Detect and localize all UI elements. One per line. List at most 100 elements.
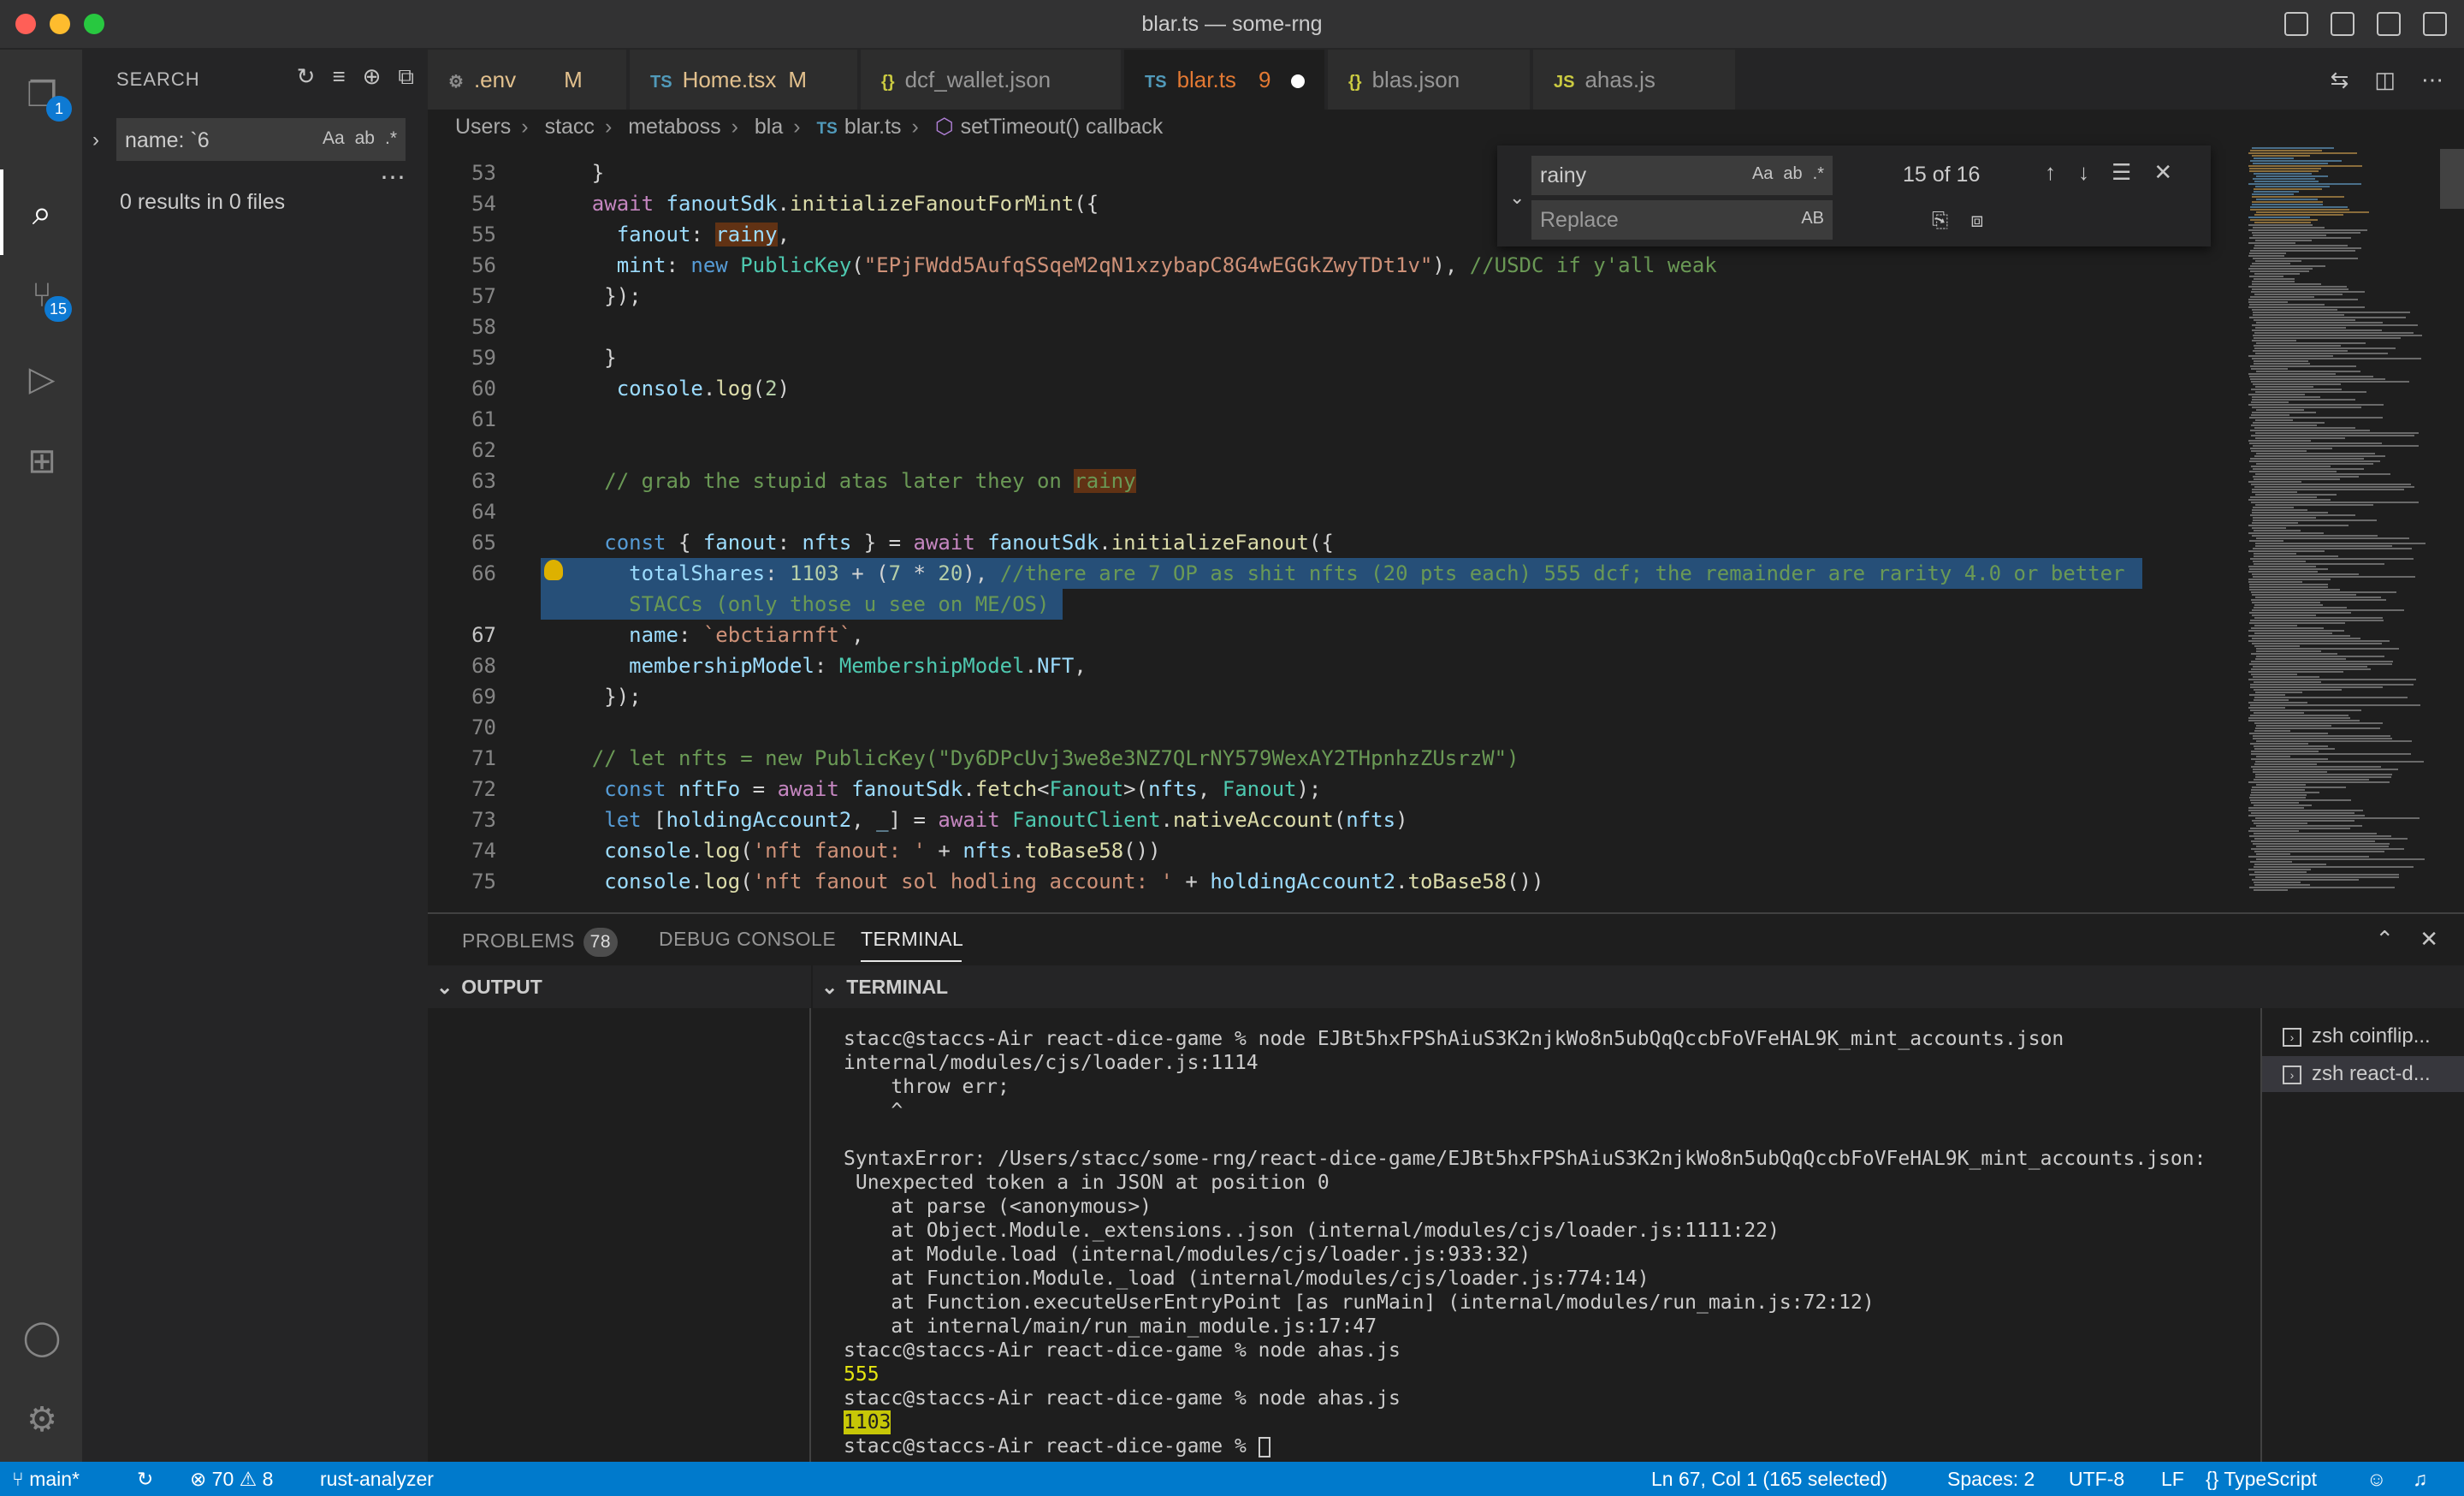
editor-scrollbar[interactable] xyxy=(2447,144,2464,907)
minimap[interactable] xyxy=(2245,144,2447,907)
rust-analyzer-status[interactable]: rust-analyzer xyxy=(320,1462,434,1496)
code-line[interactable]: 61 xyxy=(428,404,2242,435)
preserve-case-toggle[interactable]: AB xyxy=(1801,209,1824,229)
more-actions-icon[interactable]: ⋯ xyxy=(2421,67,2443,93)
eol-setting[interactable]: LF xyxy=(2161,1462,2184,1496)
code-line[interactable]: 60 console.log(2) xyxy=(428,373,2242,404)
run-debug-icon[interactable]: ▷ xyxy=(21,358,63,401)
feedback-icon[interactable]: ☺ xyxy=(2366,1462,2386,1496)
terminal-item-react-dice[interactable]: › zsh react-d... xyxy=(2262,1056,2464,1092)
tab-blas-json[interactable]: {} blas.json xyxy=(1328,50,1531,110)
code-line[interactable]: 68 membershipModel: MembershipModel.NFT, xyxy=(428,650,2242,681)
code-line[interactable]: 70 xyxy=(428,712,2242,743)
replace-all-icon[interactable]: ⧈ xyxy=(1970,209,1983,233)
code-line[interactable]: 57 }); xyxy=(428,281,2242,312)
compare-changes-icon[interactable]: ⇆ xyxy=(2331,67,2349,93)
editor-scroll-thumb[interactable] xyxy=(2440,149,2464,209)
language-mode[interactable]: {} TypeScript xyxy=(2206,1462,2317,1496)
terminal-view[interactable]: stacc@staccs-Air react-dice-game % node … xyxy=(813,1008,2259,1462)
breadcrumb-item[interactable]: Users xyxy=(455,115,511,139)
tab-terminal[interactable]: TERMINAL xyxy=(861,928,963,951)
sync-icon[interactable]: ↻ xyxy=(137,1462,153,1496)
toggle-replace-chevron-icon[interactable]: ⌄ xyxy=(1509,187,1525,209)
code-editor[interactable]: 53 } 54 await fanoutSdk.initializeFanoutF… xyxy=(428,144,2242,907)
next-match-icon[interactable]: ↓ xyxy=(2078,159,2089,186)
code-line[interactable]: 73 let [holdingAccount2, _] = await Fano… xyxy=(428,804,2242,835)
toggle-sidebar-icon[interactable] xyxy=(2284,12,2308,36)
more-options-icon[interactable]: ⋯ xyxy=(380,163,406,193)
maximize-panel-icon[interactable]: ⌃ xyxy=(2375,926,2394,953)
tab-dcf-wallet-json[interactable]: {} dcf_wallet.json xyxy=(861,50,1122,110)
branch-indicator[interactable]: ⑂ main* xyxy=(12,1462,80,1496)
match-case-toggle[interactable]: Aa xyxy=(323,128,345,149)
code-line[interactable]: 72 const nftFo = await fanoutSdk.fetch<F… xyxy=(428,774,2242,804)
find-input[interactable]: rainy Aa ab .* xyxy=(1531,156,1833,195)
code-line[interactable]: 67 name: `ebctiarnft`, xyxy=(428,620,2242,650)
cursor-position[interactable]: Ln 67, Col 1 (165 selected) xyxy=(1651,1462,1887,1496)
use-regex-toggle[interactable]: .* xyxy=(1813,164,1824,184)
unsaved-dot-icon[interactable] xyxy=(1291,74,1306,89)
code-line[interactable]: 75 console.log('nft fanout sol hodling a… xyxy=(428,866,2242,897)
tab-env[interactable]: ⚙ .env M xyxy=(428,50,628,110)
search-input[interactable]: name: `6 Aa ab .* xyxy=(116,118,406,161)
close-panel-icon[interactable]: ✕ xyxy=(2420,926,2438,953)
code-line[interactable]: 69 }); xyxy=(428,681,2242,712)
code-line[interactable]: 62 xyxy=(428,435,2242,466)
tab-home-tsx[interactable]: TS Home.tsx M xyxy=(630,50,859,110)
code-line[interactable]: 58 xyxy=(428,312,2242,342)
split-editor-icon[interactable]: ◫ xyxy=(2374,67,2396,93)
extensions-icon[interactable]: ⊞ xyxy=(21,440,63,483)
code-line[interactable]: 65 const { fanout: nfts } = await fanout… xyxy=(428,527,2242,558)
breadcrumb-item[interactable]: metaboss xyxy=(628,115,720,139)
breadcrumb-item[interactable]: stacc xyxy=(545,115,595,139)
notifications-bell-icon[interactable]: ♫ xyxy=(2413,1462,2427,1496)
clear-results-icon[interactable]: ≡ xyxy=(332,63,345,91)
encoding-setting[interactable]: UTF-8 xyxy=(2069,1462,2124,1496)
search-icon[interactable]: ⌕ xyxy=(21,192,63,234)
toggle-secondary-sidebar-icon[interactable] xyxy=(2377,12,2401,36)
previous-match-icon[interactable]: ↑ xyxy=(2045,159,2056,186)
code-line[interactable]: 64 xyxy=(428,496,2242,527)
code-line[interactable]: STACCs (only those u see on ME/OS) xyxy=(428,589,2242,620)
code-line[interactable]: 63 // grab the stupid atas later they on… xyxy=(428,466,2242,496)
status-bar: ⑂ main* ↻ ⊗ 70 ⚠ 8 rust-analyzer Ln 67, … xyxy=(0,1462,2464,1496)
code-line[interactable]: 71 // let nfts = new PublicKey("Dy6DPcUv… xyxy=(428,743,2242,774)
source-control-icon[interactable]: ⑂ 15 xyxy=(21,274,72,322)
code-line[interactable]: 59 } xyxy=(428,342,2242,373)
toggle-replace-chevron-icon[interactable]: › xyxy=(92,128,99,152)
explorer-icon[interactable]: ❐ 1 xyxy=(21,74,72,122)
collapse-all-icon[interactable]: ⧉ xyxy=(398,63,414,91)
problems-indicator[interactable]: ⊗ 70 ⚠ 8 xyxy=(190,1462,273,1496)
find-in-selection-icon[interactable]: ☰ xyxy=(2112,159,2131,186)
customize-layout-icon[interactable] xyxy=(2423,12,2447,36)
close-find-icon[interactable]: ✕ xyxy=(2153,159,2172,186)
breadcrumb-item[interactable]: bla xyxy=(755,115,783,139)
tab-ahas-js[interactable]: JS ahas.js xyxy=(1533,50,1737,110)
match-case-toggle[interactable]: Aa xyxy=(1752,164,1773,184)
breadcrumb-item[interactable]: setTimeout() callback xyxy=(961,115,1164,139)
tab-blar-ts[interactable]: TS blar.ts 9 xyxy=(1124,50,1326,110)
code-line[interactable]: 66 totalShares: 1103 + (7 * 20), //there… xyxy=(428,558,2242,589)
new-search-editor-icon[interactable]: ⊕ xyxy=(363,63,382,91)
minimap-line xyxy=(2251,435,2414,436)
breadcrumb-item[interactable]: blar.ts xyxy=(844,115,902,139)
terminal-item-coinflip[interactable]: › zsh coinflip... xyxy=(2262,1018,2464,1054)
use-regex-toggle[interactable]: .* xyxy=(385,128,397,149)
code-line[interactable]: 74 console.log('nft fanout: ' + nfts.toB… xyxy=(428,835,2242,866)
settings-gear-icon[interactable]: ⚙ xyxy=(21,1398,63,1441)
terminal-section-header[interactable]: ⌄ TERMINAL xyxy=(813,965,2464,1008)
code-line[interactable]: 56 mint: new PublicKey("EPjFWdd5AufqSSqe… xyxy=(428,250,2242,281)
match-whole-word-toggle[interactable]: ab xyxy=(1783,164,1802,184)
replace-icon[interactable]: ⎘ xyxy=(1932,209,1948,233)
minimap-line xyxy=(2248,404,2384,406)
accounts-icon[interactable]: ◯ xyxy=(21,1316,63,1359)
indentation-setting[interactable]: Spaces: 2 xyxy=(1947,1462,2035,1496)
tab-problems[interactable]: PROBLEMS 78 xyxy=(462,928,618,957)
tab-debug-console[interactable]: DEBUG CONSOLE xyxy=(659,928,836,951)
refresh-icon[interactable]: ↻ xyxy=(297,63,316,91)
output-section-header[interactable]: ⌄ OUTPUT xyxy=(428,965,811,1008)
match-whole-word-toggle[interactable]: ab xyxy=(355,128,375,149)
minimap-line xyxy=(2252,412,2316,413)
toggle-panel-icon[interactable] xyxy=(2331,12,2354,36)
replace-input[interactable]: Replace AB xyxy=(1531,200,1833,240)
